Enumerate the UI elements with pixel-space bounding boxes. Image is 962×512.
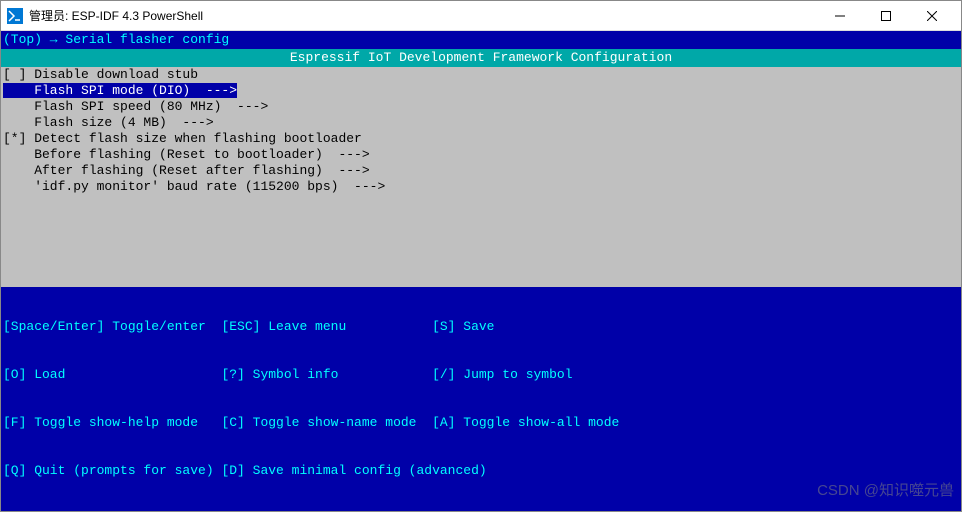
window-title: 管理员: ESP-IDF 4.3 PowerShell [29,7,817,24]
powershell-icon [7,8,23,24]
help-showhelp: [F] Toggle show-help mode [3,415,221,430]
help-showname: [C] Toggle show-name mode [221,415,432,430]
help-row-3: [F] Toggle show-help mode [C] Toggle sho… [3,415,959,431]
window-controls [817,2,955,30]
breadcrumb-bar: (Top) → Serial flasher config [1,31,961,49]
help-save: [S] Save [432,319,494,334]
help-bar: [Space/Enter] Toggle/enter [ESC] Leave m… [1,287,961,511]
help-space-enter: [Space/Enter] Toggle/enter [3,319,221,334]
help-esc: [ESC] Leave menu [221,319,432,334]
app-window: 管理员: ESP-IDF 4.3 PowerShell (Top) → Seri… [0,0,962,512]
menu-item[interactable]: Flash size (4 MB) ---> [3,115,214,130]
help-row-1: [Space/Enter] Toggle/enter [ESC] Leave m… [3,319,959,335]
menu-area[interactable]: [ ] Disable download stub Flash SPI mode… [1,67,961,287]
help-saveminimal: [D] Save minimal config (advanced) [221,463,486,478]
menu-item[interactable]: After flashing (Reset after flashing) --… [3,163,370,178]
minimize-button[interactable] [817,2,863,30]
help-row-4: [Q] Quit (prompts for save) [D] Save min… [3,463,959,479]
close-button[interactable] [909,2,955,30]
menu-item[interactable]: Before flashing (Reset to bootloader) --… [3,147,370,162]
help-row-2: [O] Load [?] Symbol info [/] Jump to sym… [3,367,959,383]
menu-item[interactable]: 'idf.py monitor' baud rate (115200 bps) … [3,179,385,194]
terminal-content: (Top) → Serial flasher config Espressif … [1,31,961,511]
menu-item[interactable]: [*] Detect flash size when flashing boot… [3,131,362,146]
help-showall: [A] Toggle show-all mode [432,415,619,430]
help-symbol-info: [?] Symbol info [221,367,432,382]
config-title: Espressif IoT Development Framework Conf… [1,49,961,67]
help-jump: [/] Jump to symbol [432,367,572,382]
help-quit: [Q] Quit (prompts for save) [3,463,221,478]
menu-item[interactable]: [ ] Disable download stub [3,67,198,82]
titlebar: 管理员: ESP-IDF 4.3 PowerShell [1,1,961,31]
help-load: [O] Load [3,367,221,382]
menu-item[interactable]: Flash SPI mode (DIO) ---> [3,83,237,98]
maximize-button[interactable] [863,2,909,30]
menu-item[interactable]: Flash SPI speed (80 MHz) ---> [3,99,268,114]
